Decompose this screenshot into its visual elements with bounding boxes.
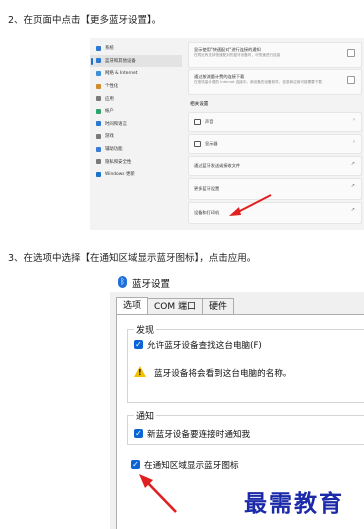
watermark-logo: 最需教育 (244, 490, 344, 517)
red-arrow-pointer-2 (139, 474, 177, 513)
